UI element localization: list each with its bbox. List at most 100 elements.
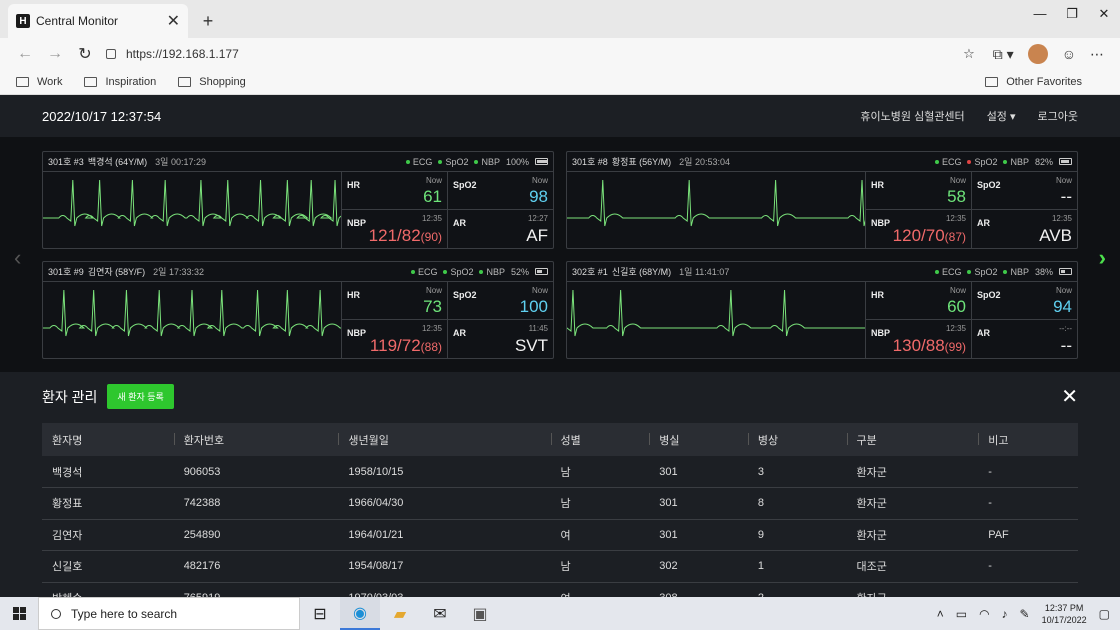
feedback-icon[interactable]: ☺	[1062, 46, 1076, 62]
table-row[interactable]: 백경석 906053 1958/10/15 남 301 3 환자군 -	[42, 456, 1078, 488]
table-cell: 9	[747, 519, 847, 551]
browser-tab[interactable]: H Central Monitor ✕	[8, 4, 188, 38]
spo2-param: SpO2 Now 100	[447, 282, 553, 320]
restore-icon[interactable]: ❐	[1056, 0, 1088, 28]
other-favorites[interactable]: Other Favorites	[985, 76, 1082, 88]
nbp-indicator-label: NBP	[481, 156, 500, 167]
column-header[interactable]: 병상	[747, 423, 847, 456]
taskbar-search[interactable]: Type here to search	[38, 597, 300, 630]
pen-icon[interactable]: ✎	[1020, 607, 1030, 621]
nbp-indicator: NBP	[479, 267, 505, 277]
monitor-body: HR Now 73 SpO2 Now 100 NBP 12:35 119/72(88) AR 11:…	[43, 282, 553, 358]
monitor-card[interactable]: 302호 #1 신길호 (68Y/M) 1일 11:41:07 ECG SpO2 NBP 3…	[566, 261, 1078, 359]
table-row[interactable]: 신길호 482176 1954/08/17 남 302 1 대조군 -	[42, 550, 1078, 583]
favorite-shopping[interactable]: Shopping	[178, 76, 246, 88]
table-cell: 742388	[173, 487, 339, 520]
nbp-indicator: NBP	[1003, 267, 1029, 277]
close-icon[interactable]: ✕	[1061, 387, 1078, 407]
favorite-star-icon[interactable]: ☆	[963, 46, 975, 62]
column-header[interactable]: 성별	[550, 423, 650, 456]
spo2-label: SpO2	[453, 180, 477, 190]
favorite-inspiration[interactable]: Inspiration	[84, 76, 156, 88]
hr-value-text: 58	[947, 187, 966, 206]
column-header[interactable]: 병실	[649, 423, 748, 456]
spo2-label: SpO2	[977, 180, 1001, 190]
monitor-header: 302호 #1 신길호 (68Y/M) 1일 11:41:07 ECG SpO2 NBP 3…	[567, 262, 1077, 282]
ecg-indicator: ECG	[405, 157, 432, 167]
forward-icon[interactable]: →	[40, 45, 70, 63]
battery-icon	[1059, 268, 1072, 275]
wifi-icon[interactable]: ◠	[979, 607, 989, 621]
store-icon[interactable]: ▣	[460, 597, 500, 630]
table-row[interactable]: 김연자 254890 1964/01/21 여 301 9 환자군 PAF	[42, 519, 1078, 551]
mail-icon[interactable]: ✉	[420, 597, 460, 630]
table-cell: 254890	[173, 519, 339, 551]
column-header[interactable]: 환자번호	[173, 423, 339, 456]
status-indicators: ECG SpO2 NBP 52%	[410, 266, 548, 277]
spo2-indicator-label: SpO2	[974, 266, 998, 277]
monitor-card[interactable]: 301호 #9 김연자 (58Y/F) 2일 17:33:32 ECG SpO2 NBP 5…	[42, 261, 554, 359]
nbp-value: 130/88(99)	[893, 336, 966, 356]
next-page-icon[interactable]: ›	[1099, 245, 1106, 271]
collections-icon[interactable]: ⧉ ▾	[993, 46, 1014, 63]
battery-icon	[535, 268, 548, 275]
clock-date: 10/17/2022	[1041, 614, 1087, 625]
tab-title: Central Monitor	[36, 14, 119, 28]
battery-percent: 100%	[505, 156, 529, 167]
prev-page-icon[interactable]: ‹	[14, 245, 21, 271]
nbp-status-dot	[1003, 160, 1008, 165]
patient-info: 황정표 (56Y/M)	[611, 157, 672, 167]
monitoring-duration: 2일 17:33:32	[153, 267, 204, 277]
logout-button[interactable]: 로그아웃	[1038, 108, 1078, 124]
ecg-waveform	[43, 289, 341, 337]
new-patient-button[interactable]: 새 환자 등록	[107, 384, 174, 409]
file-explorer-icon[interactable]: ▰	[380, 597, 420, 630]
vital-params: HR Now 61 SpO2 Now 98 NBP 12:35 121/82(90) AR 12:2…	[341, 172, 553, 248]
taskbar-clock[interactable]: 12:37 PM 10/17/2022	[1042, 602, 1087, 626]
ar-time: 12:35	[1051, 214, 1072, 223]
patient-info: 신길호 (68Y/M)	[611, 267, 672, 277]
more-menu-icon[interactable]: ⋯	[1090, 46, 1104, 63]
edge-icon[interactable]: ◉	[340, 597, 380, 630]
column-header[interactable]: 비고	[978, 423, 1078, 456]
table-row[interactable]: 황정표 742388 1966/04/30 남 301 8 환자군 -	[42, 487, 1078, 520]
volume-icon[interactable]: ♪	[1002, 607, 1008, 621]
spo2-param: SpO2 Now --	[971, 172, 1077, 210]
column-header[interactable]: 구분	[846, 423, 979, 456]
back-icon[interactable]: ←	[10, 45, 40, 63]
url-field[interactable]: https://192.168.1.177 ☆	[106, 46, 993, 62]
settings-menu[interactable]: 설정 ▾	[987, 108, 1016, 124]
monitor-grid: 301호 #3 백경석 (64Y/M) 3일 00:17:29 ECG SpO2 NBP 1…	[42, 151, 1078, 359]
hr-time: Now	[425, 176, 442, 185]
spo2-value-text: 94	[1053, 297, 1072, 316]
windows-taskbar: Type here to search ⊟ ◉ ▰ ✉ ▣ ˄ ▭ ◠ ♪ ✎ …	[0, 597, 1120, 630]
favorite-work[interactable]: Work	[16, 76, 62, 88]
new-tab-button[interactable]: +	[194, 7, 222, 35]
table-cell: -	[978, 550, 1078, 583]
spo2-param: SpO2 Now 98	[447, 172, 553, 210]
spo2-status-dot	[967, 160, 972, 165]
monitoring-duration: 2일 20:53:04	[679, 157, 730, 167]
close-tab-icon[interactable]: ✕	[167, 11, 180, 31]
table-cell: 여	[550, 519, 650, 551]
ar-time: 12:27	[527, 214, 548, 223]
monitor-card[interactable]: 301호 #3 백경석 (64Y/M) 3일 00:17:29 ECG SpO2 NBP 1…	[42, 151, 554, 249]
profile-avatar[interactable]	[1027, 44, 1048, 64]
folder-icon	[84, 77, 98, 87]
task-view-icon[interactable]: ⊟	[300, 597, 340, 630]
start-icon[interactable]	[0, 607, 38, 620]
notifications-icon[interactable]: ▢	[1099, 607, 1110, 621]
spo2-indicator-label: SpO2	[450, 266, 474, 277]
spo2-param: SpO2 Now 94	[971, 282, 1077, 320]
tray-chevron-icon[interactable]: ˄	[937, 607, 944, 621]
monitor-card[interactable]: 301호 #8 황정표 (56Y/M) 2일 20:53:04 ECG SpO2 NBP 8…	[566, 151, 1078, 249]
minimize-icon[interactable]: —	[1024, 0, 1056, 28]
column-header[interactable]: 환자명	[42, 423, 174, 456]
table-cell: 김연자	[42, 519, 174, 551]
battery-icon[interactable]: ▭	[956, 607, 967, 621]
table-cell: 1	[747, 550, 847, 583]
nbp-value: 119/72(88)	[370, 336, 442, 356]
close-window-icon[interactable]: ✕	[1088, 0, 1120, 28]
refresh-icon[interactable]: ↻	[70, 44, 100, 64]
column-header[interactable]: 생년월일	[338, 423, 550, 456]
